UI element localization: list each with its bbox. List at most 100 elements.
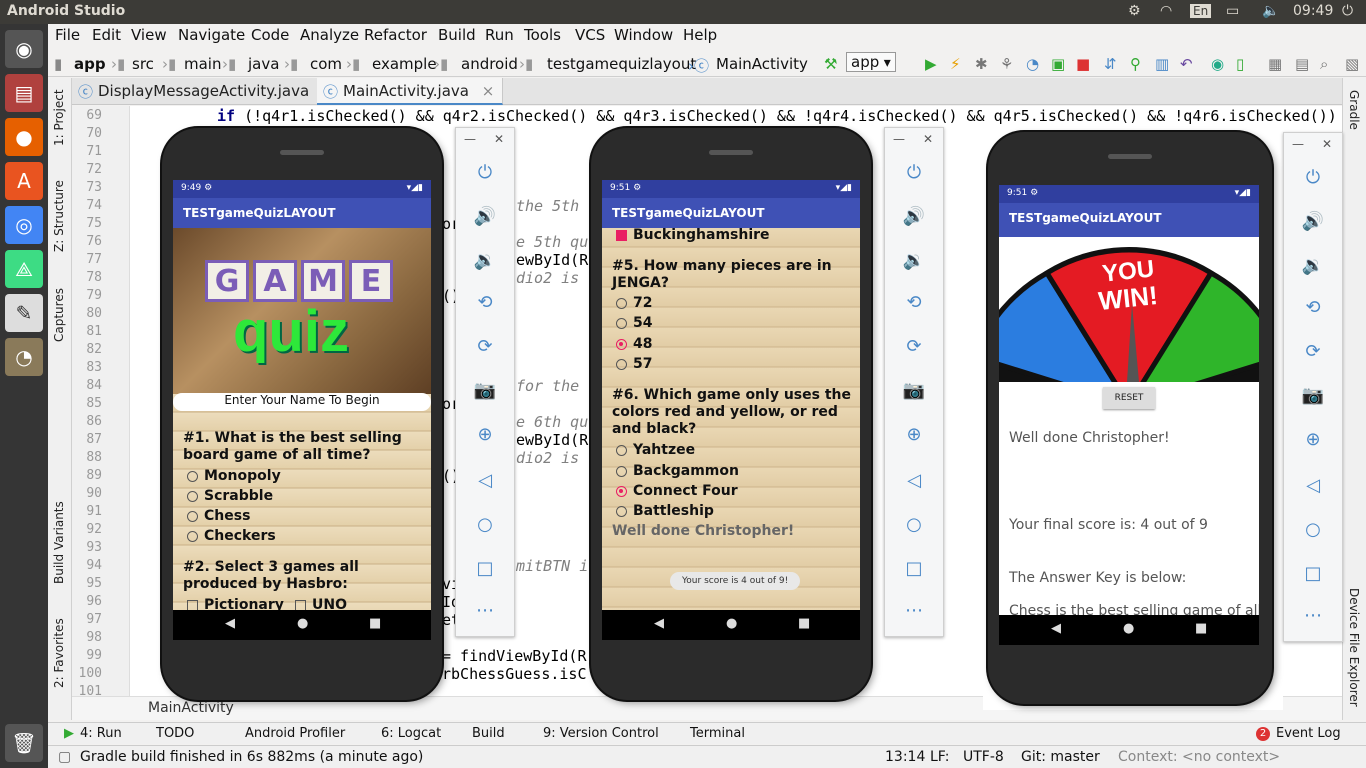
search-icon[interactable]: ⌕ [1320,55,1328,73]
crumb-src[interactable]: src [132,55,154,73]
q5-option[interactable]: 48 [616,336,652,352]
menu-edit[interactable]: Edit [92,26,121,44]
zoom-icon[interactable]: ⊕ [885,424,943,445]
close-icon[interactable]: × [482,82,495,100]
tool-build-variants[interactable]: Build Variants [52,501,66,584]
back-icon[interactable]: ◁ [1284,475,1342,496]
q6-option[interactable]: Connect Four [616,483,738,499]
tool-todo[interactable]: TODO [156,726,194,741]
crumb-java[interactable]: java [248,55,279,73]
sync-icon[interactable]: ⇵ [1104,55,1117,73]
back-icon[interactable]: ◀ [225,616,235,631]
menu-window[interactable]: Window [614,26,673,44]
line-separator[interactable]: LF: [930,749,949,765]
overview-icon[interactable]: □ [456,558,514,579]
device-screen[interactable]: 9:51 ⚙ ▾◢▮ TESTgameQuizLAYOUT YOU WIN! RE… [999,185,1259,645]
caret-position[interactable]: 13:14 [885,749,925,765]
q5-option[interactable]: 54 [616,315,652,331]
crumb-mainactivity[interactable]: MainActivity [716,55,808,73]
close-icon[interactable]: ✕ [923,132,933,146]
menu-build[interactable]: Build [438,26,476,44]
software-center-icon[interactable]: A [5,162,43,200]
camera-icon[interactable]: 📷 [885,380,943,401]
close-icon[interactable]: ✕ [494,132,504,146]
rotate-right-icon[interactable]: ⟳ [1284,341,1342,362]
minimize-icon[interactable]: — [893,132,905,146]
home-icon[interactable]: ○ [456,514,514,535]
profile-icon[interactable]: ◔ [1026,55,1039,73]
tool-build[interactable]: Build [472,726,505,741]
crumb-app[interactable]: app [74,55,106,73]
home-icon[interactable]: ● [297,616,308,631]
q1-option[interactable]: Checkers [187,528,276,544]
power-icon[interactable]: ⏻ [1342,3,1353,19]
more-icon[interactable]: ⋯ [456,600,514,621]
volume-down-icon[interactable]: 🔉 [456,250,514,271]
power-icon[interactable]: ⏻ [885,162,943,183]
status-toggle-icon[interactable]: ▢ [58,749,71,765]
breadcrumb-class[interactable]: MainActivity [148,700,234,716]
volume-up-icon[interactable]: 🔊 [1284,211,1342,232]
chrome-icon[interactable]: ◎ [5,206,43,244]
volume-down-icon[interactable]: 🔉 [885,250,943,271]
clock[interactable]: 09:49 [1293,3,1333,19]
trash-icon[interactable]: 🗑 [5,724,43,762]
menu-run[interactable]: Run [485,26,514,44]
camera-icon[interactable]: 📷 [456,380,514,401]
q5-option[interactable]: 57 [616,356,652,372]
crumb-package[interactable]: testgamequizlayout [547,55,696,73]
q6-option[interactable]: Backgammon [616,463,739,479]
tab-displaymessageactivity[interactable]: ⓒ DisplayMessageActivity.java × [72,78,344,105]
rotate-left-icon[interactable]: ⟲ [885,292,943,313]
device-icon[interactable]: ▯ [1236,55,1244,73]
zoom-icon[interactable]: ⊕ [456,424,514,445]
q1-option[interactable]: Monopoly [187,468,281,484]
git-branch[interactable]: Git: master [1021,749,1100,765]
crumb-com[interactable]: com [310,55,342,73]
stop-icon[interactable]: ■ [1076,55,1090,73]
tab-mainactivity[interactable]: ⓒ MainActivity.java × [317,78,504,105]
recents-icon[interactable]: ■ [369,616,381,631]
overview-icon[interactable]: □ [885,558,943,579]
menu-help[interactable]: Help [683,26,717,44]
coverage-icon[interactable]: ▣ [1051,55,1065,73]
recents-icon[interactable]: ■ [798,616,810,631]
dash-icon[interactable]: ◉ [5,30,43,68]
settings-icon[interactable]: ⚙ [1128,3,1141,19]
home-icon[interactable]: ● [726,616,737,631]
apply-changes-icon[interactable]: ⚡ [950,55,961,73]
home-icon[interactable]: ○ [885,514,943,535]
android-studio-icon[interactable]: ⟁ [5,250,43,288]
status-message[interactable]: Gradle build finished in 6s 882ms (a min… [80,749,423,765]
project-structure-icon[interactable]: ⚲ [1130,55,1141,73]
reset-button[interactable]: RESET [1103,387,1155,409]
name-input[interactable]: Enter Your Name To Begin [173,393,431,411]
recents-icon[interactable]: ■ [1195,621,1207,636]
encoding[interactable]: UTF-8 [963,749,1004,765]
battery-icon[interactable]: ▭ [1226,3,1239,19]
power-icon[interactable]: ⏻ [1284,167,1342,188]
attach-icon[interactable]: ⚘ [1000,55,1013,73]
menu-vcs[interactable]: VCS [575,26,605,44]
debug-icon[interactable]: ✱ [975,55,988,73]
menu-file[interactable]: File [55,26,80,44]
back-icon[interactable]: ◁ [456,470,514,491]
layout-inspector-icon[interactable]: ▦ [1268,55,1282,73]
wifi-icon[interactable]: ◠ [1160,3,1172,19]
code-line-69[interactable]: if (!q4r1.isChecked() && q4r2.isChecked(… [217,107,1337,125]
q1-option[interactable]: Scrabble [187,488,273,504]
tool-project[interactable]: 1: Project [52,89,66,146]
more-icon[interactable]: ⋯ [1284,605,1342,626]
back-icon[interactable]: ◀ [1051,621,1061,636]
home-icon[interactable]: ○ [1284,519,1342,540]
tool-device-file-explorer[interactable]: Device File Explorer [1347,588,1361,707]
rotate-right-icon[interactable]: ⟳ [456,336,514,357]
minimize-icon[interactable]: — [1292,137,1304,151]
q6-option[interactable]: Battleship [616,503,714,519]
menu-tools[interactable]: Tools [524,26,561,44]
volume-up-icon[interactable]: 🔊 [456,206,514,227]
tool-captures[interactable]: Captures [52,288,66,342]
menu-refactor[interactable]: Refactor [364,26,427,44]
run-icon[interactable]: ▶ [925,55,937,73]
crumb-main[interactable]: main [184,55,221,73]
